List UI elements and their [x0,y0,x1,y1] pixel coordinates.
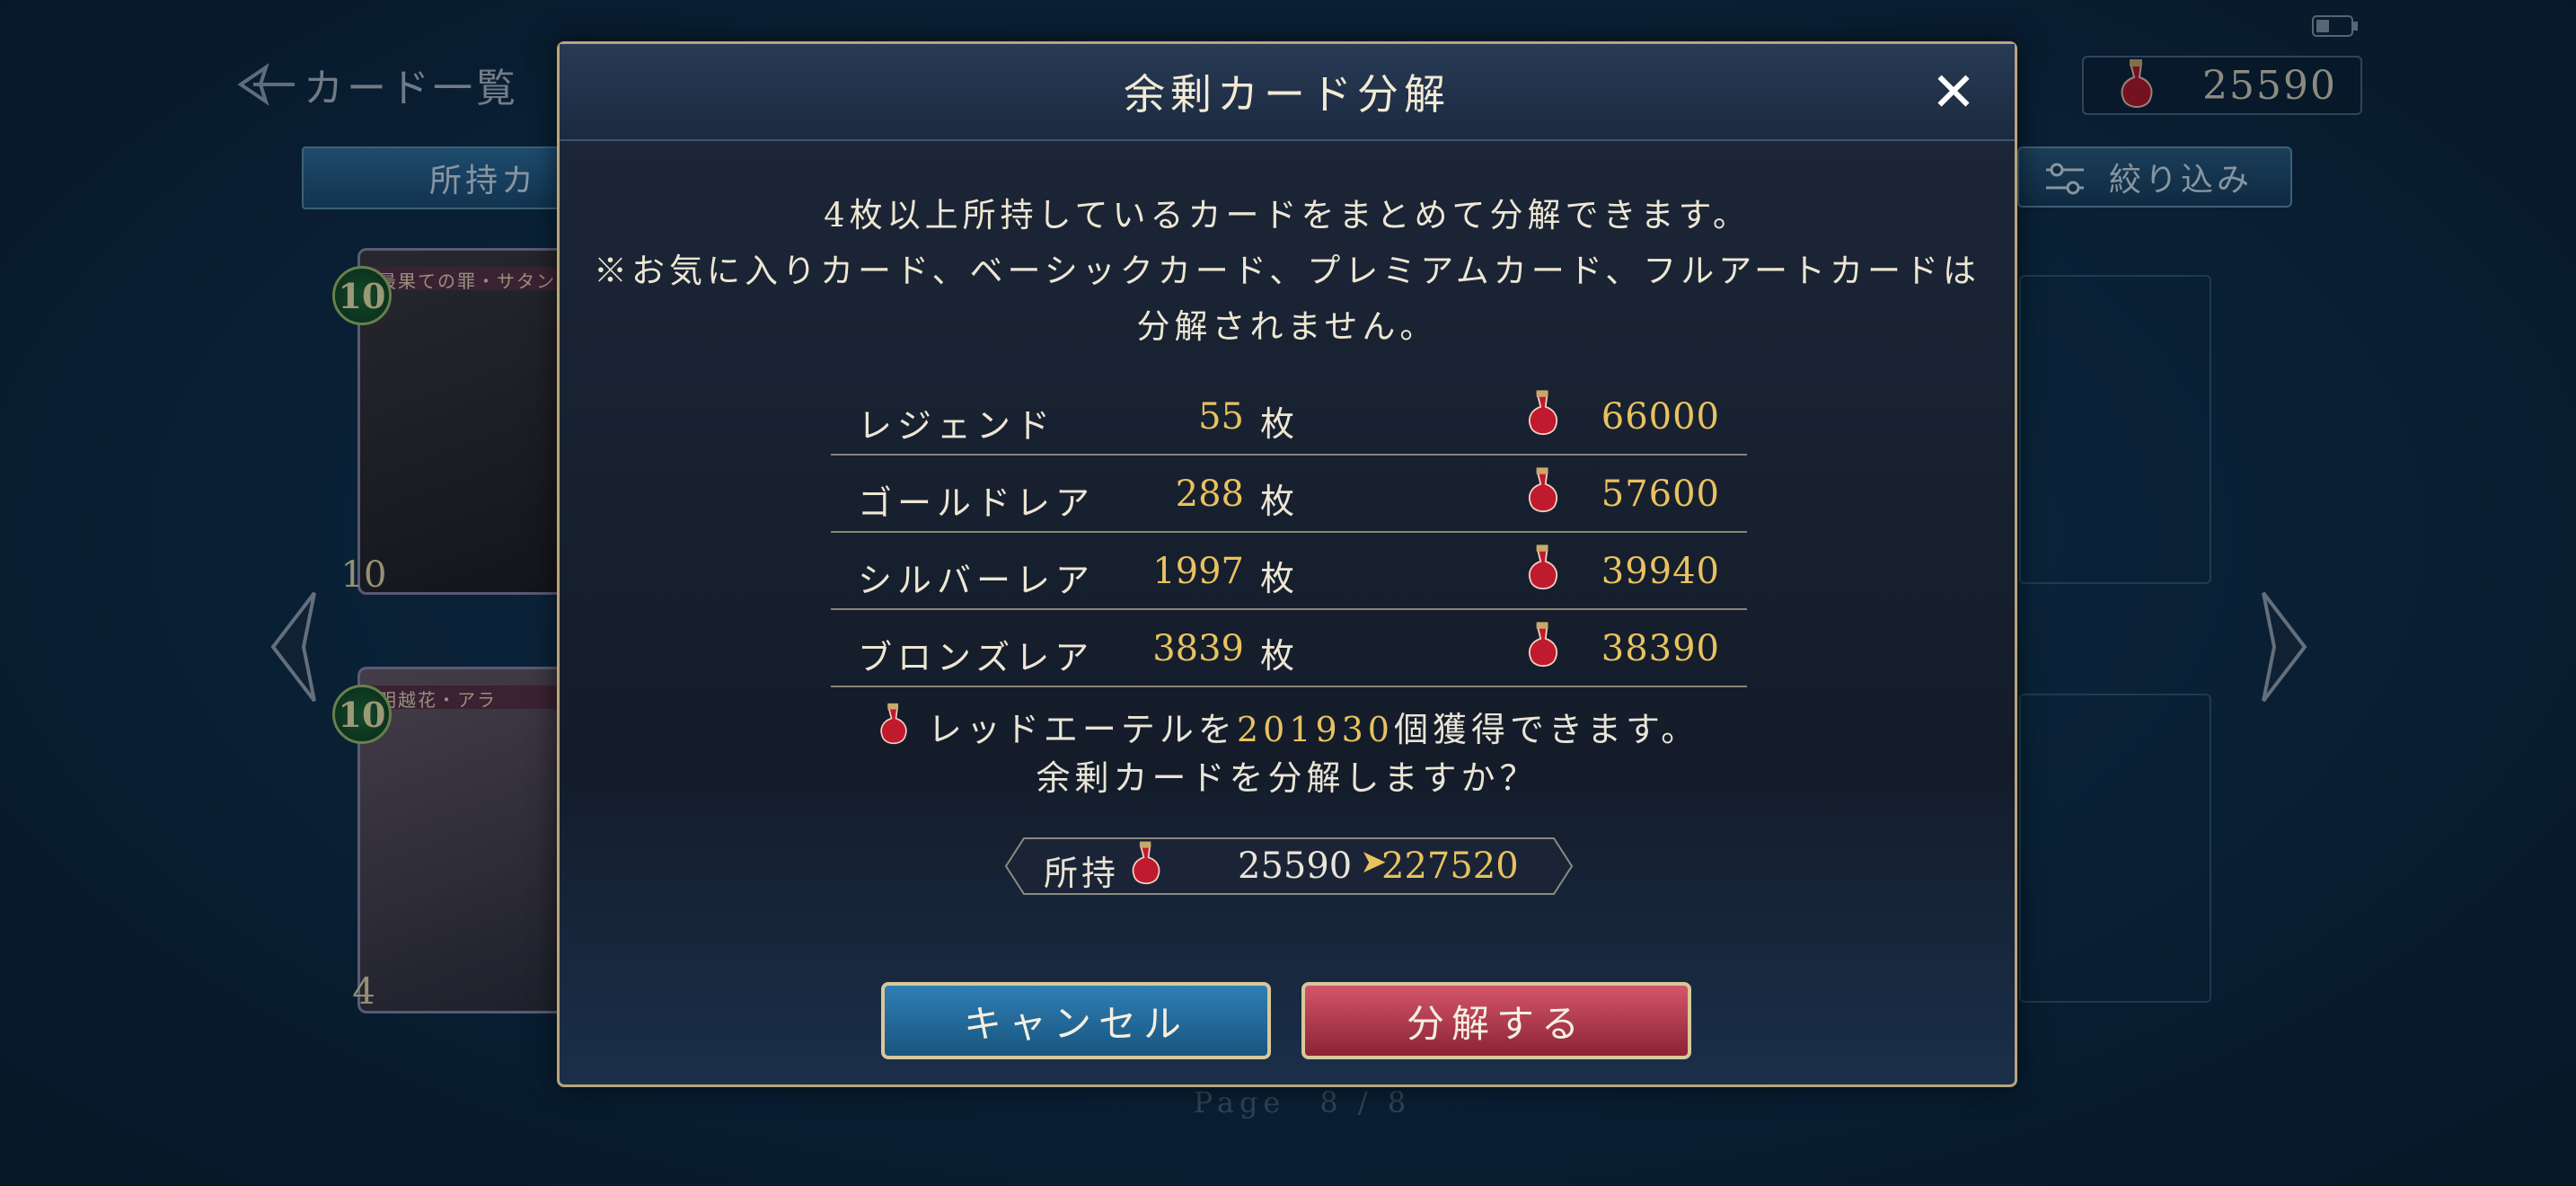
count-unit: 枚 [1260,482,1295,521]
card-count: 1997 [1152,551,1244,592]
rarity-name: ブロンズレア [858,638,1095,677]
rarity-row-bronze: ブロンズレア 3839 枚 38390 [831,610,1747,687]
count-unit: 枚 [1260,404,1295,444]
red-ether-icon [1522,621,1564,677]
description-line: 分解されません。 [1136,307,1438,346]
rarity-name: シルバーレア [858,561,1096,600]
rarity-name: レジェンド [858,406,1056,446]
card-count: 55 [1198,396,1244,438]
rarity-row-legend: レジェンド 55 枚 66000 [831,378,1747,456]
card-count: 3839 [1152,628,1244,669]
gain-suffix: 個獲得できます。 [1393,710,1700,749]
gain-amount: 201930 [1236,710,1394,749]
disenchant-button[interactable]: 分解する [1301,982,1691,1059]
rarity-row-silver: シルバーレア 1997 枚 39940 [831,533,1747,610]
confirm-question: 余剰カードを分解しますか？ [1036,758,1539,798]
ether-value: 39940 [1601,551,1720,592]
red-ether-icon [1522,466,1564,522]
ether-value: 38390 [1601,628,1720,669]
dialog-title: 余剰カード分解 [1124,70,1451,119]
gain-prefix: レッドエーテルを [927,710,1237,749]
red-ether-icon [1522,389,1564,445]
owned-ether-box: 所持 25590 ➤ 227520 [1004,836,1574,896]
owned-current: 25590 [1238,845,1353,887]
rarity-row-gold: ゴールドレア 288 枚 57600 [831,456,1747,533]
owned-label: 所持 [1044,854,1120,893]
description-line: ※お気に入りカード、ベーシックカード、プレミアムカード、フルアートカードは [593,252,1981,290]
rarity-name: ゴールドレア [858,483,1096,523]
rarity-table: レジェンド 55 枚 66000 ゴールドレア 288 枚 57600 シルバー… [831,378,1747,687]
red-ether-icon [1522,544,1564,599]
description-line: 4枚以上所持しているカードをまとめて分解できます。 [824,196,1751,235]
count-unit: 枚 [1260,636,1295,676]
card-count: 288 [1175,474,1244,515]
ether-value: 57600 [1601,474,1720,515]
owned-after: 227520 [1381,845,1519,887]
dialog-header: 余剰カード分解 [560,44,2015,141]
count-unit: 枚 [1260,559,1295,598]
disenchant-dialog: 余剰カード分解 ✕ 4枚以上所持しているカードをまとめて分解できます。 ※お気に… [557,41,2017,1087]
cancel-button[interactable]: キャンセル [881,982,1271,1059]
close-icon[interactable]: ✕ [1928,66,1979,119]
ether-value: 66000 [1601,396,1720,438]
